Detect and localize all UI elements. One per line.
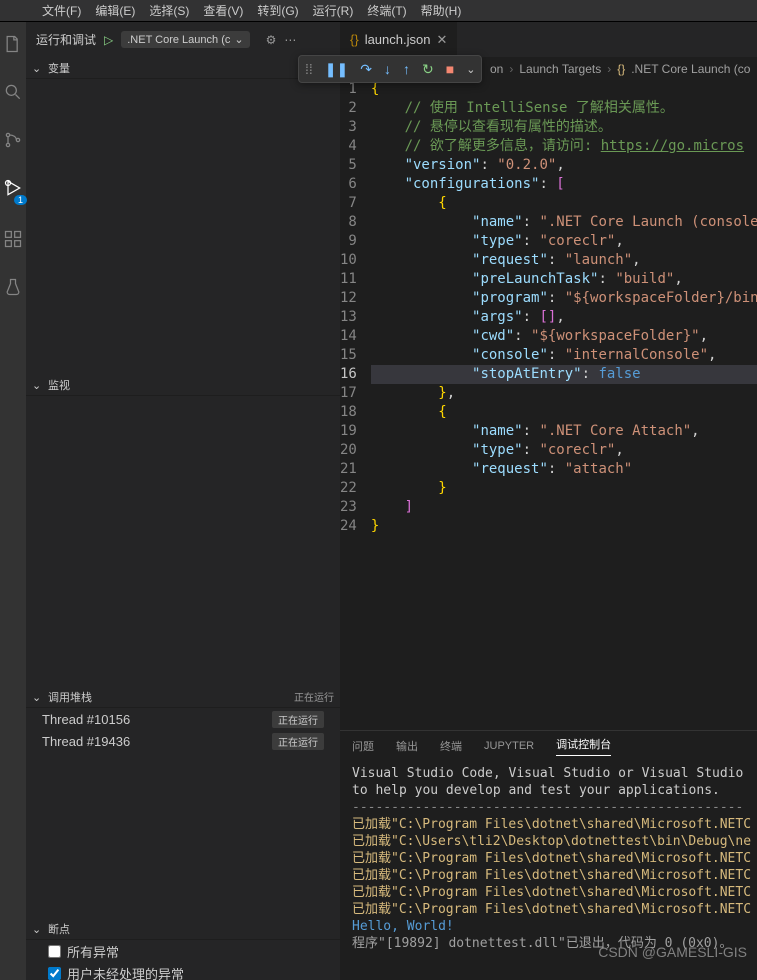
menu-view[interactable]: 查看(V) <box>196 0 250 21</box>
section-callstack-header[interactable]: ⌄ 调用堆栈 正在运行 <box>26 686 340 708</box>
explorer-icon[interactable] <box>3 34 23 54</box>
chevron-down-icon: ⌄ <box>32 62 44 74</box>
menu-file[interactable]: 文件(F) <box>35 0 88 21</box>
section-breakpoints-header[interactable]: ⌄ 断点 <box>26 918 340 940</box>
more-icon[interactable]: ⋯ <box>284 33 296 47</box>
bottom-panel: 问题 输出 终端 JUPYTER 调试控制台 Visual Studio Cod… <box>340 730 757 980</box>
step-out-icon[interactable]: ↑ <box>403 61 410 77</box>
gutter: 123456789101112131415161718192021222324 <box>340 80 371 730</box>
pause-icon[interactable]: ❚❚ <box>325 61 348 78</box>
tab-launch-json[interactable]: {} launch.json ✕ <box>340 22 458 57</box>
sidebar-title: 运行和调试 <box>36 31 96 48</box>
json-icon: {} <box>350 32 359 47</box>
breakpoints-body: 所有异常 用户未经处理的异常 <box>26 940 340 980</box>
menu-help[interactable]: 帮助(H) <box>414 0 469 21</box>
thread-row[interactable]: Thread #10156正在运行 <box>26 708 340 730</box>
variables-body <box>26 79 340 374</box>
menu-terminal[interactable]: 终端(T) <box>360 0 413 21</box>
sidebar: 运行和调试 ▷ .NET Core Launch (c⌄ ⚙ ⋯ ⌄ 变量 ⌄ … <box>26 22 340 980</box>
extensions-icon[interactable] <box>3 229 23 249</box>
chevron-down-icon: ⌄ <box>32 923 44 935</box>
activity-bar: 1 <box>0 22 26 980</box>
close-icon[interactable]: ✕ <box>436 32 447 48</box>
panel-tab-output[interactable]: 输出 <box>396 738 418 754</box>
editor-group: {} launch.json ✕ on› Launch Targets› {}.… <box>340 22 757 980</box>
source-control-icon[interactable] <box>3 130 23 150</box>
menu-select[interactable]: 选择(S) <box>142 0 196 21</box>
menu-edit[interactable]: 编辑(E) <box>88 0 142 21</box>
step-into-icon[interactable]: ↓ <box>384 61 391 77</box>
drag-handle-icon[interactable]: ⁞⁞ <box>305 61 313 77</box>
panel-tab-problems[interactable]: 问题 <box>352 738 374 754</box>
menu-run[interactable]: 运行(R) <box>306 0 361 21</box>
watermark: CSDN @GAMESLI-GIS <box>598 944 747 960</box>
tab-bar: {} launch.json ✕ <box>340 22 757 57</box>
panel-tabs: 问题 输出 终端 JUPYTER 调试控制台 <box>340 731 757 761</box>
bp-checkbox[interactable] <box>48 945 61 958</box>
section-variables-header[interactable]: ⌄ 变量 <box>26 57 340 79</box>
watch-body <box>26 396 340 686</box>
menu-go[interactable]: 转到(G) <box>250 0 305 21</box>
breakpoint-row[interactable]: 所有异常 <box>26 940 340 962</box>
search-icon[interactable] <box>3 82 23 102</box>
chevron-down-icon[interactable]: ⌄ <box>466 63 475 76</box>
gear-icon[interactable]: ⚙ <box>266 33 277 47</box>
code-editor[interactable]: 123456789101112131415161718192021222324 … <box>340 80 757 730</box>
breakpoint-row[interactable]: 用户未经处理的异常 <box>26 962 340 980</box>
code-content: { // 使用 IntelliSense 了解相关属性。 // 悬停以查看现有属… <box>371 80 757 730</box>
panel-tab-jupyter[interactable]: JUPYTER <box>484 740 534 752</box>
stop-icon[interactable]: ■ <box>446 61 454 77</box>
debug-toolbar[interactable]: ⁞⁞ ❚❚ ↷ ↓ ↑ ↻ ■ ⌄ <box>298 55 482 83</box>
thread-row[interactable]: Thread #19436正在运行 <box>26 730 340 752</box>
section-watch-header[interactable]: ⌄ 监视 <box>26 374 340 396</box>
test-icon[interactable] <box>3 277 23 297</box>
start-debug-icon[interactable]: ▷ <box>104 33 113 47</box>
bp-checkbox[interactable] <box>48 967 61 980</box>
callstack-body: Thread #10156正在运行 Thread #19436正在运行 <box>26 708 340 918</box>
restart-icon[interactable]: ↻ <box>422 61 434 78</box>
debug-config-dropdown[interactable]: .NET Core Launch (c⌄ <box>121 31 249 48</box>
step-over-icon[interactable]: ↷ <box>360 61 372 78</box>
chevron-down-icon: ⌄ <box>32 379 44 391</box>
chevron-down-icon: ⌄ <box>32 691 44 703</box>
panel-tab-debug-console[interactable]: 调试控制台 <box>556 736 611 756</box>
debug-badge: 1 <box>14 195 27 205</box>
panel-tab-terminal[interactable]: 终端 <box>440 738 462 754</box>
menubar: 文件(F) 编辑(E) 选择(S) 查看(V) 转到(G) 运行(R) 终端(T… <box>0 0 757 22</box>
